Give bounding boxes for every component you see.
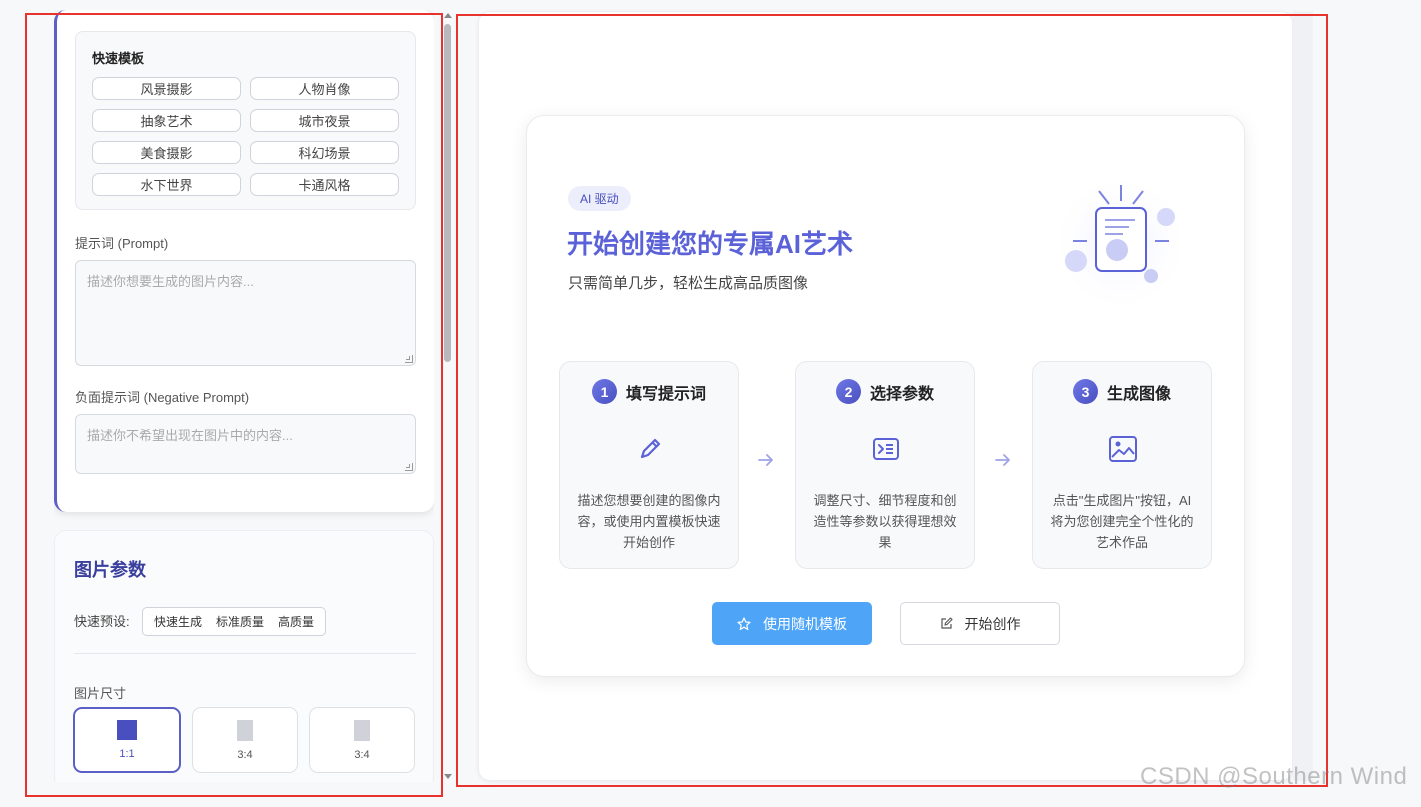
preset-high-button[interactable]: 高质量 (271, 613, 321, 630)
ratio-option-1-1[interactable]: 1:1 (73, 707, 181, 773)
ratio-label: 3:4 (354, 748, 370, 761)
template-button[interactable]: 科幻场景 (250, 141, 399, 164)
ratio-label: 1:1 (119, 748, 135, 760)
negative-prompt-label: 负面提示词 (Negative Prompt) (75, 390, 250, 405)
quick-templates-title: 快速模板 (92, 51, 145, 66)
steps-row: 1 填写提示词 描述您想要创建的图像内容，或使用内置模板快速开始创作 2 选择参… (559, 361, 1213, 569)
terminal-settings-icon (873, 438, 899, 460)
template-button[interactable]: 卡通风格 (250, 173, 399, 196)
random-template-label: 使用随机模板 (763, 615, 847, 632)
step-header: 1 填写提示词 (560, 379, 738, 404)
step-card-2: 2 选择参数 调整尺寸、细节程度和创造性等参数以获得理想效果 (795, 361, 975, 569)
prompt-card: 快速模板 风景摄影 人物肖像 抽象艺术 城市夜景 美食摄影 科幻场景 水下世界 … (54, 10, 434, 512)
step-title: 选择参数 (869, 385, 934, 403)
square-ratio-icon (117, 720, 137, 740)
edit-icon (940, 617, 953, 629)
negative-prompt-placeholder: 描述你不希望出现在图片中的内容... (87, 428, 293, 443)
scroll-thumb[interactable] (444, 24, 451, 362)
left-sidebar: 快速模板 风景摄影 人物肖像 抽象艺术 城市夜景 美食摄影 科幻场景 水下世界 … (54, 10, 434, 782)
preset-fast-button[interactable]: 快速生成 (147, 613, 209, 630)
step-number: 3 (1072, 379, 1098, 404)
pencil-icon (640, 438, 661, 459)
preset-label: 快速预设: (74, 614, 130, 629)
negative-prompt-input[interactable]: 描述你不希望出现在图片中的内容... (75, 414, 416, 474)
sidebar-scrollbar[interactable] (442, 10, 454, 782)
step-header: 3 生成图像 (1033, 379, 1211, 404)
image-params-card: 图片参数 快速预设: 快速生成 标准质量 高质量 图片尺寸 1:1 3:4 3:… (54, 530, 434, 782)
template-button[interactable]: 人物肖像 (250, 77, 399, 100)
step-number: 1 (591, 379, 617, 404)
step-card-3: 3 生成图像 点击"生成图片"按钮，AI将为您创建完全个性化的艺术作品 (1032, 361, 1212, 569)
start-create-button[interactable]: 开始创作 (900, 602, 1060, 645)
step-title: 生成图像 (1106, 385, 1171, 403)
arrow-right-icon (995, 454, 1010, 466)
star-icon (737, 616, 751, 630)
document-idea-illustration-icon (1049, 171, 1193, 315)
welcome-title: 开始创建您的专属AI艺术 (567, 229, 854, 259)
ratio-option-3-4[interactable]: 3:4 (309, 707, 415, 773)
resize-handle-icon[interactable] (405, 463, 413, 471)
welcome-card: AI 驱动 开始创建您的专属AI艺术 只需简单几步，轻松生成高品质图像 1 填写… (526, 115, 1245, 677)
step-title: 填写提示词 (625, 385, 706, 403)
scroll-up-arrow-icon[interactable] (444, 13, 452, 18)
step-description: 调整尺寸、细节程度和创造性等参数以获得理想效果 (813, 493, 957, 550)
template-button[interactable]: 抽象艺术 (92, 109, 241, 132)
preview-panel: AI 驱动 开始创建您的专属AI艺术 只需简单几步，轻松生成高品质图像 1 填写… (478, 11, 1293, 781)
preset-standard-button[interactable]: 标准质量 (209, 613, 271, 630)
watermark-text: CSDN @Southern Wind (1140, 763, 1408, 790)
template-button[interactable]: 水下世界 (92, 173, 241, 196)
preset-button-group: 快速生成 标准质量 高质量 (142, 607, 327, 636)
prompt-input[interactable]: 描述你想要生成的图片内容... (75, 260, 416, 366)
random-template-button[interactable]: 使用随机模板 (712, 602, 872, 645)
step-description: 点击"生成图片"按钮，AI将为您创建完全个性化的艺术作品 (1050, 493, 1194, 550)
start-create-label: 开始创作 (964, 615, 1021, 632)
portrait-ratio-icon (237, 719, 253, 741)
scroll-down-arrow-icon[interactable] (444, 774, 452, 779)
step-header: 2 选择参数 (796, 379, 974, 404)
portrait-ratio-icon (354, 719, 370, 741)
prompt-placeholder: 描述你想要生成的图片内容... (87, 274, 254, 289)
right-edge-strip (1293, 11, 1313, 781)
ratio-label: 3:4 (237, 748, 253, 761)
divider (74, 653, 416, 654)
template-button[interactable]: 城市夜景 (250, 109, 399, 132)
template-button[interactable]: 风景摄影 (92, 77, 241, 100)
step-card-1: 1 填写提示词 描述您想要创建的图像内容，或使用内置模板快速开始创作 (559, 361, 739, 569)
image-size-label: 图片尺寸 (74, 686, 127, 701)
ratio-options: 1:1 3:4 3:4 (73, 707, 415, 773)
welcome-subtitle: 只需简单几步，轻松生成高品质图像 (568, 275, 809, 292)
step-number: 2 (835, 379, 861, 404)
ai-badge: AI 驱动 (568, 186, 631, 211)
prompt-label: 提示词 (Prompt) (75, 236, 169, 251)
template-button[interactable]: 美食摄影 (92, 141, 241, 164)
image-icon (1109, 436, 1137, 462)
step-description: 描述您想要创建的图像内容，或使用内置模板快速开始创作 (577, 493, 721, 550)
arrow-right-icon (758, 454, 773, 466)
image-params-title: 图片参数 (74, 560, 146, 580)
template-grid: 风景摄影 人物肖像 抽象艺术 城市夜景 美食摄影 科幻场景 水下世界 卡通风格 (92, 77, 400, 196)
quick-templates-panel: 快速模板 风景摄影 人物肖像 抽象艺术 城市夜景 美食摄影 科幻场景 水下世界 … (75, 31, 416, 210)
resize-handle-icon[interactable] (405, 355, 413, 363)
action-buttons: 使用随机模板 开始创作 (712, 602, 1060, 645)
ratio-option-3-4[interactable]: 3:4 (192, 707, 298, 773)
